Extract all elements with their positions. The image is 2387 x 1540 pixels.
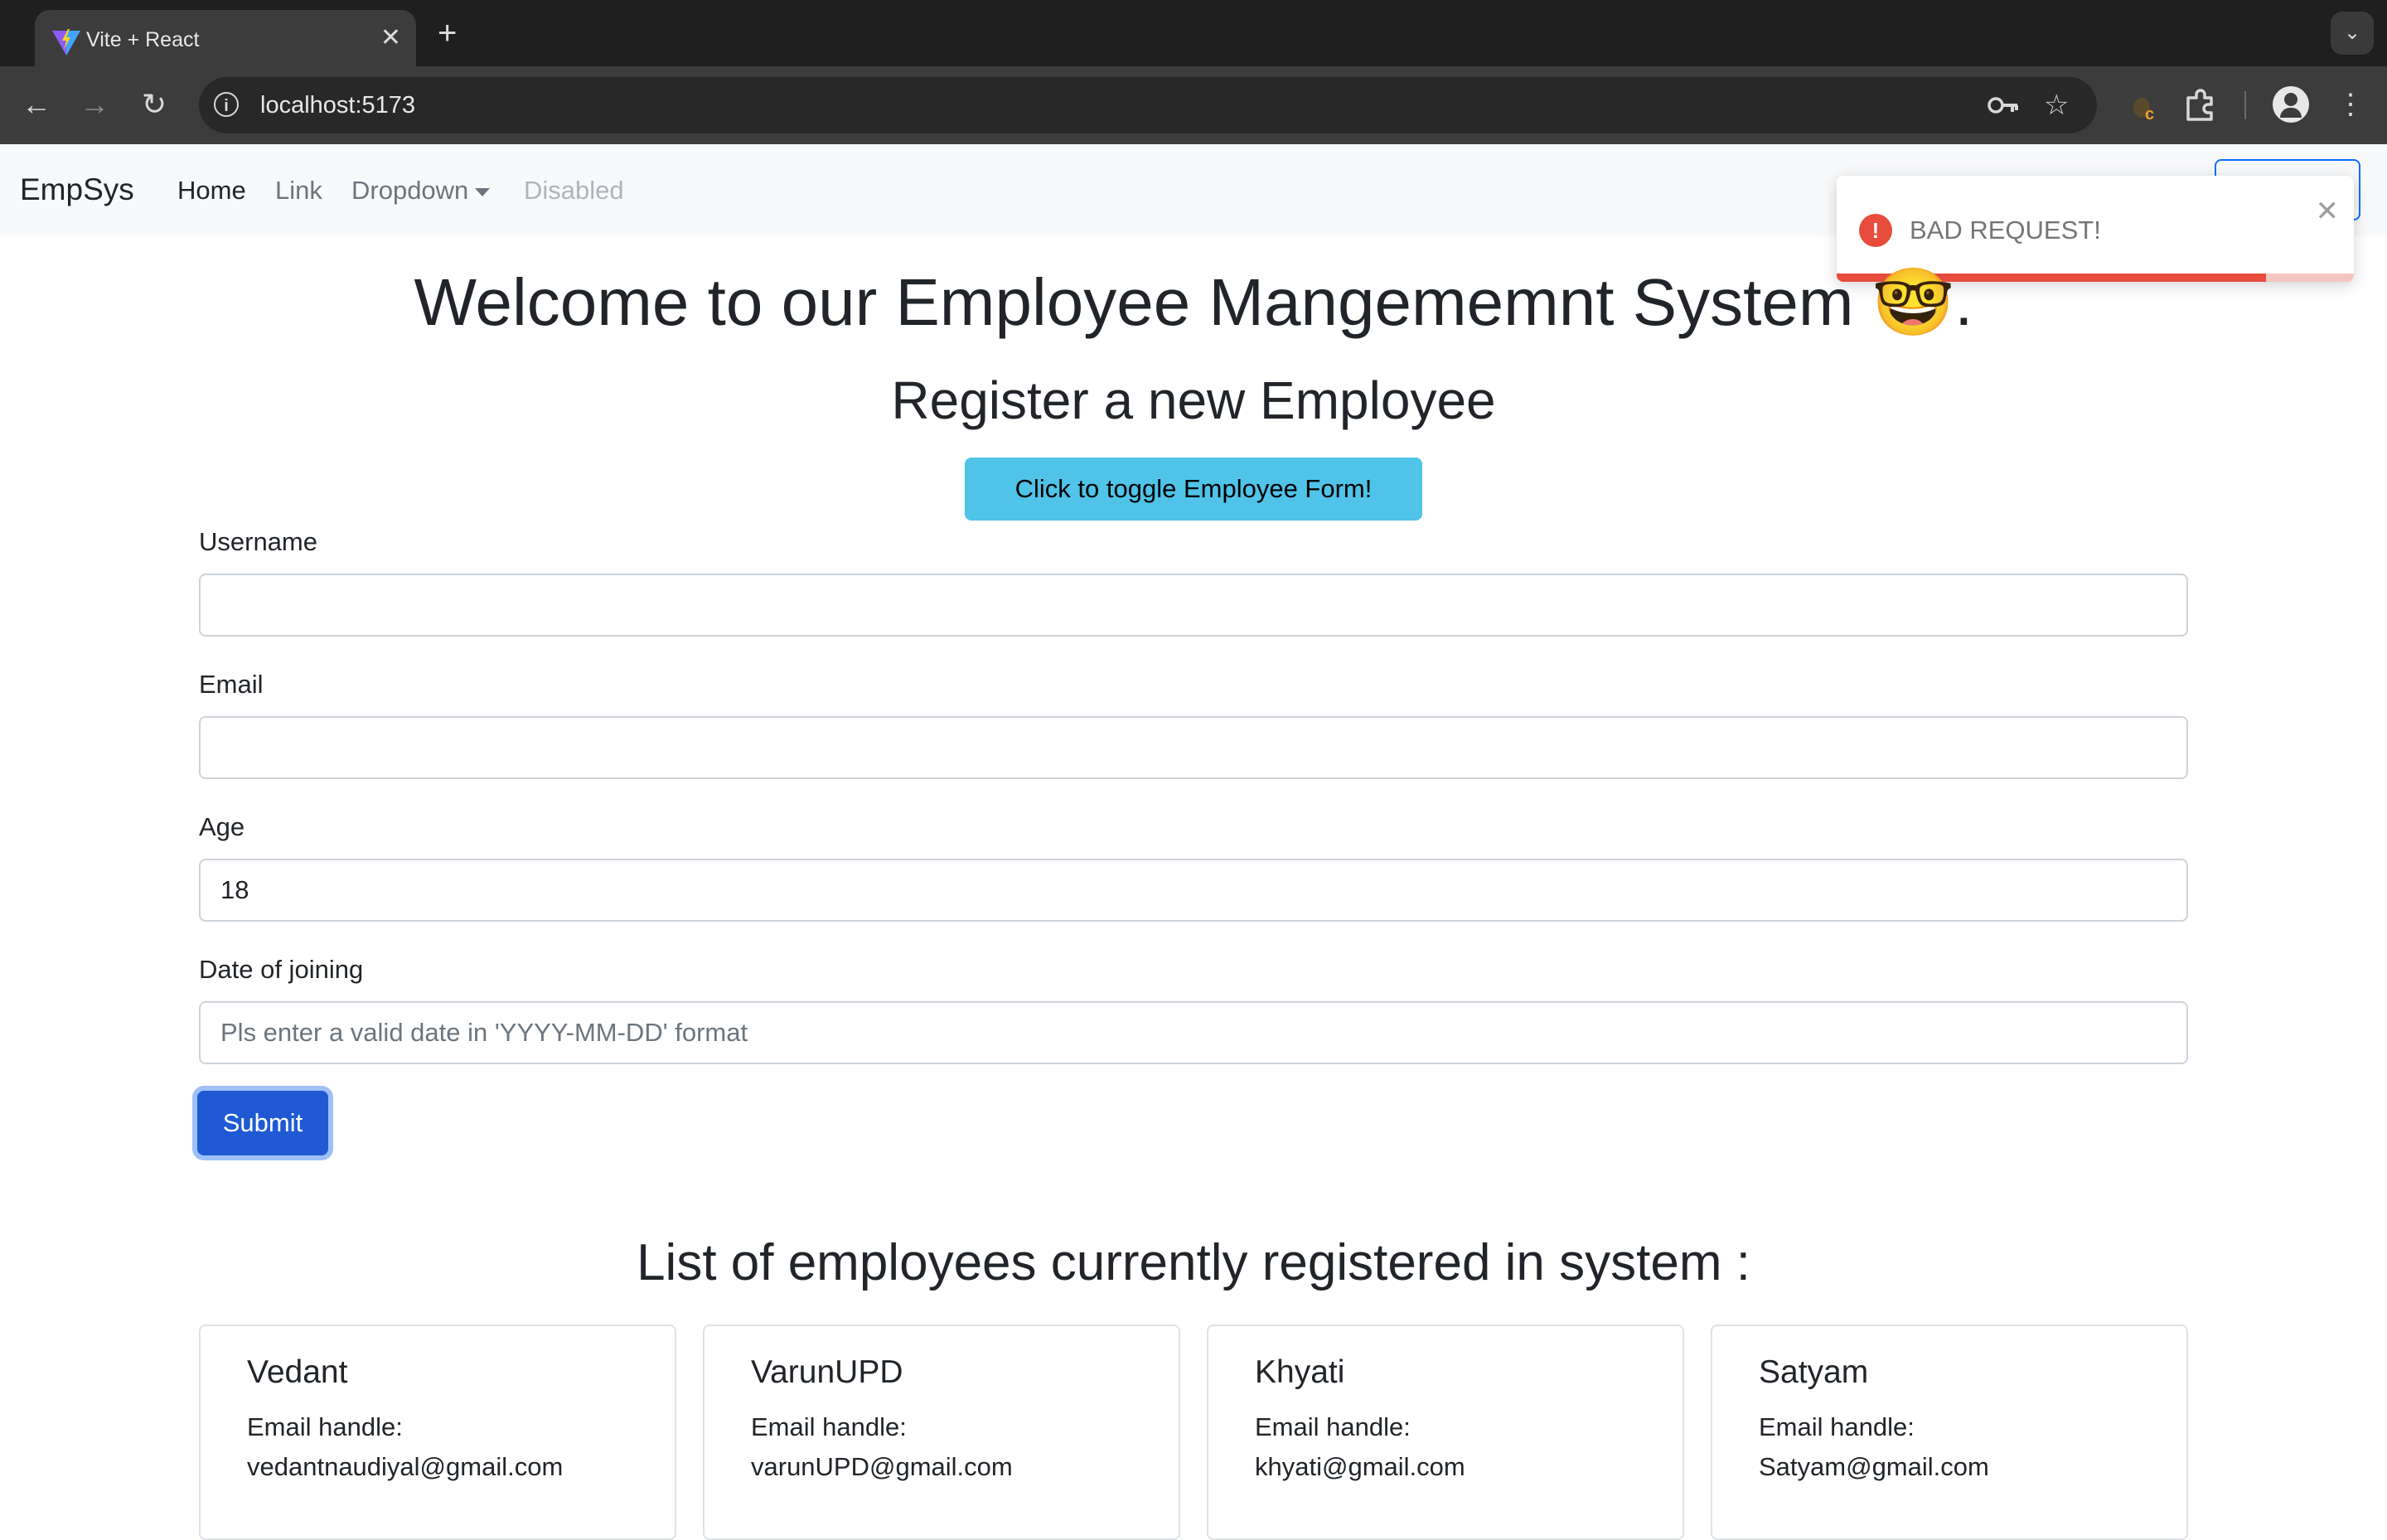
email-handle-label: Email handle: <box>1759 1412 1915 1441</box>
age-input[interactable] <box>199 859 2188 922</box>
page-title: Welcome to our Employee Mangememnt Syste… <box>414 265 1973 339</box>
tab-search-icon[interactable]: ⌄ <box>2331 12 2374 55</box>
svg-text:c: c <box>2145 105 2154 123</box>
employee-name: Khyati <box>1255 1354 1345 1390</box>
toggle-form-button[interactable]: Click to toggle Employee Form! <box>965 458 1422 521</box>
employee-card: Satyam Email handle: Satyam@gmail.com <box>1711 1324 2188 1540</box>
employee-name: Satyam <box>1759 1354 1869 1390</box>
extension-bug-icon[interactable]: c <box>2127 90 2160 123</box>
employee-name: Vedant <box>247 1354 348 1390</box>
browser-tabstrip: Vite + React ✕ + ⌄ <box>0 0 2387 66</box>
toast-message: BAD REQUEST! <box>1910 216 2101 245</box>
email-handle-label: Email handle: <box>1255 1412 1411 1441</box>
age-label: Age <box>199 812 245 841</box>
forward-icon[interactable]: → <box>76 86 113 123</box>
nav-dropdown-label: Dropdown <box>351 176 469 205</box>
email-handle-label: Email handle: <box>751 1412 907 1441</box>
tab-title: Vite + React <box>86 28 200 51</box>
email-label: Email <box>199 670 264 699</box>
employee-list-title: List of employees currently registered i… <box>637 1234 1750 1291</box>
browser-tab[interactable]: Vite + React ✕ <box>35 10 416 66</box>
vite-logo-icon <box>52 29 80 56</box>
employee-card: VarunUPD Email handle: varunUPD@gmail.co… <box>703 1324 1180 1540</box>
toolbar-separator <box>2244 91 2246 119</box>
email-input[interactable] <box>199 716 2188 779</box>
bookmark-star-icon[interactable]: ☆ <box>2044 89 2069 122</box>
error-icon: ! <box>1859 214 1892 247</box>
profile-icon[interactable] <box>2273 86 2309 123</box>
employee-email: khyati@gmail.com <box>1255 1452 1465 1481</box>
navbar-brand[interactable]: EmpSys <box>20 172 134 207</box>
toast-close-icon[interactable]: ✕ <box>2316 197 2340 225</box>
page-subtitle: Register a new Employee <box>891 370 1496 430</box>
address-url[interactable]: localhost:5173 <box>260 92 415 119</box>
reload-icon[interactable]: ↻ <box>136 86 172 123</box>
employee-card: Vedant Email handle: vedantnaudiyal@gmai… <box>199 1324 676 1540</box>
email-handle-label: Email handle: <box>247 1412 403 1441</box>
password-key-icon[interactable] <box>1988 92 2021 119</box>
nav-link-disabled: Disabled <box>524 176 624 205</box>
date-of-joining-input[interactable] <box>199 1001 2188 1064</box>
employee-email: Satyam@gmail.com <box>1759 1452 1989 1481</box>
employee-card: Khyati Email handle: khyati@gmail.com <box>1207 1324 1684 1540</box>
tab-close-icon[interactable]: ✕ <box>380 25 401 51</box>
employee-email: vedantnaudiyal@gmail.com <box>247 1452 564 1481</box>
address-bar[interactable]: i localhost:5173 ☆ <box>199 77 2097 133</box>
submit-button[interactable]: Submit <box>197 1091 328 1155</box>
caret-down-icon <box>475 187 491 196</box>
browser-toolbar: ← → ↻ i localhost:5173 ☆ c ⋮ <box>0 66 2387 144</box>
nav-link-home[interactable]: Home <box>177 176 246 206</box>
back-icon[interactable]: ← <box>18 86 55 123</box>
nav-link-link[interactable]: Link <box>275 176 322 206</box>
new-tab-icon[interactable]: + <box>438 15 457 51</box>
username-input[interactable] <box>199 574 2188 637</box>
extensions-puzzle-icon[interactable] <box>2183 88 2218 123</box>
menu-kebab-icon[interactable]: ⋮ <box>2331 85 2370 124</box>
nav-dropdown[interactable]: Dropdown <box>351 176 491 206</box>
username-label: Username <box>199 527 317 556</box>
employee-name: VarunUPD <box>751 1354 903 1390</box>
site-info-icon[interactable]: i <box>214 92 239 117</box>
employee-email: varunUPD@gmail.com <box>751 1452 1013 1481</box>
date-of-joining-label: Date of joining <box>199 955 364 984</box>
